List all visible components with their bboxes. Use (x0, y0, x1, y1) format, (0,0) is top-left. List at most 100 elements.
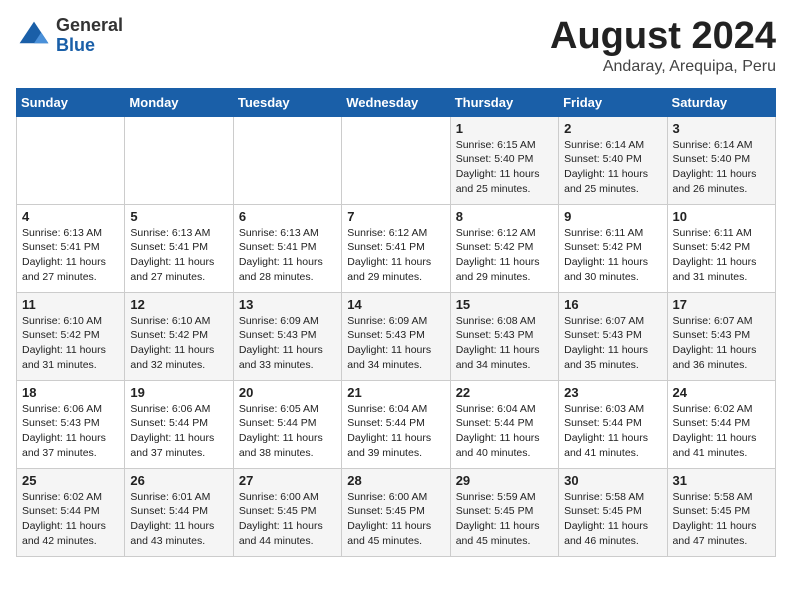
day-of-week-thursday: Thursday (450, 88, 558, 116)
day-number: 22 (456, 385, 553, 400)
day-info: Sunrise: 6:10 AMSunset: 5:42 PMDaylight:… (130, 314, 227, 373)
calendar-cell: 22 Sunrise: 6:04 AMSunset: 5:44 PMDayligh… (450, 380, 558, 468)
day-of-week-friday: Friday (559, 88, 667, 116)
calendar-cell: 5 Sunrise: 6:13 AMSunset: 5:41 PMDaylight… (125, 204, 233, 292)
calendar-cell: 24Sunrise: 6:02 AMSunset: 5:44 PMDayligh… (667, 380, 775, 468)
calendar-cell: 29 Sunrise: 5:59 AMSunset: 5:45 PMDayligh… (450, 468, 558, 556)
day-info: Sunrise: 6:06 AMSunset: 5:44 PMDaylight:… (130, 402, 227, 461)
day-number: 1 (456, 121, 553, 136)
day-number: 30 (564, 473, 661, 488)
day-number: 5 (130, 209, 227, 224)
day-info: Sunrise: 6:04 AMSunset: 5:44 PMDaylight:… (347, 402, 444, 461)
calendar-cell: 10Sunrise: 6:11 AMSunset: 5:42 PMDayligh… (667, 204, 775, 292)
day-number: 6 (239, 209, 336, 224)
logo-icon (16, 18, 52, 54)
days-of-week-row: SundayMondayTuesdayWednesdayThursdayFrid… (17, 88, 776, 116)
day-of-week-sunday: Sunday (17, 88, 125, 116)
day-number: 12 (130, 297, 227, 312)
calendar-cell: 16 Sunrise: 6:07 AMSunset: 5:43 PMDayligh… (559, 292, 667, 380)
calendar-week-4: 18 Sunrise: 6:06 AMSunset: 5:43 PMDayligh… (17, 380, 776, 468)
day-info: Sunrise: 6:08 AMSunset: 5:43 PMDaylight:… (456, 314, 553, 373)
calendar-header: SundayMondayTuesdayWednesdayThursdayFrid… (17, 88, 776, 116)
calendar-cell: 1 Sunrise: 6:15 AMSunset: 5:40 PMDaylight… (450, 116, 558, 204)
title-area: August 2024 Andaray, Arequipa, Peru (550, 16, 776, 76)
day-info: Sunrise: 6:04 AMSunset: 5:44 PMDaylight:… (456, 402, 553, 461)
day-number: 18 (22, 385, 119, 400)
day-number: 19 (130, 385, 227, 400)
day-info: Sunrise: 6:00 AMSunset: 5:45 PMDaylight:… (239, 490, 336, 549)
day-info: Sunrise: 5:58 AMSunset: 5:45 PMDaylight:… (564, 490, 661, 549)
day-info: Sunrise: 6:09 AMSunset: 5:43 PMDaylight:… (239, 314, 336, 373)
day-of-week-monday: Monday (125, 88, 233, 116)
calendar-table: SundayMondayTuesdayWednesdayThursdayFrid… (16, 88, 776, 557)
day-info: Sunrise: 6:14 AMSunset: 5:40 PMDaylight:… (673, 138, 770, 197)
day-info: Sunrise: 6:00 AMSunset: 5:45 PMDaylight:… (347, 490, 444, 549)
day-info: Sunrise: 6:12 AMSunset: 5:42 PMDaylight:… (456, 226, 553, 285)
day-number: 14 (347, 297, 444, 312)
calendar-cell: 4 Sunrise: 6:13 AMSunset: 5:41 PMDaylight… (17, 204, 125, 292)
day-number: 4 (22, 209, 119, 224)
day-number: 17 (673, 297, 770, 312)
calendar-cell: 11Sunrise: 6:10 AMSunset: 5:42 PMDayligh… (17, 292, 125, 380)
day-number: 9 (564, 209, 661, 224)
day-number: 15 (456, 297, 553, 312)
day-info: Sunrise: 6:05 AMSunset: 5:44 PMDaylight:… (239, 402, 336, 461)
day-number: 26 (130, 473, 227, 488)
calendar-cell (125, 116, 233, 204)
calendar-cell: 20 Sunrise: 6:05 AMSunset: 5:44 PMDayligh… (233, 380, 341, 468)
calendar-week-3: 11Sunrise: 6:10 AMSunset: 5:42 PMDayligh… (17, 292, 776, 380)
calendar-cell: 14Sunrise: 6:09 AMSunset: 5:43 PMDayligh… (342, 292, 450, 380)
day-number: 31 (673, 473, 770, 488)
day-of-week-wednesday: Wednesday (342, 88, 450, 116)
day-of-week-saturday: Saturday (667, 88, 775, 116)
day-number: 27 (239, 473, 336, 488)
day-info: Sunrise: 6:10 AMSunset: 5:42 PMDaylight:… (22, 314, 119, 373)
day-info: Sunrise: 6:02 AMSunset: 5:44 PMDaylight:… (22, 490, 119, 549)
calendar-cell: 23 Sunrise: 6:03 AMSunset: 5:44 PMDayligh… (559, 380, 667, 468)
day-info: Sunrise: 6:11 AMSunset: 5:42 PMDaylight:… (673, 226, 770, 285)
calendar-cell (17, 116, 125, 204)
day-number: 21 (347, 385, 444, 400)
day-info: Sunrise: 5:58 AMSunset: 5:45 PMDaylight:… (673, 490, 770, 549)
calendar-cell: 13Sunrise: 6:09 AMSunset: 5:43 PMDayligh… (233, 292, 341, 380)
day-number: 24 (673, 385, 770, 400)
day-info: Sunrise: 5:59 AMSunset: 5:45 PMDaylight:… (456, 490, 553, 549)
calendar-cell: 18 Sunrise: 6:06 AMSunset: 5:43 PMDayligh… (17, 380, 125, 468)
day-info: Sunrise: 6:13 AMSunset: 5:41 PMDaylight:… (22, 226, 119, 285)
day-info: Sunrise: 6:06 AMSunset: 5:43 PMDaylight:… (22, 402, 119, 461)
day-info: Sunrise: 6:07 AMSunset: 5:43 PMDaylight:… (673, 314, 770, 373)
day-number: 3 (673, 121, 770, 136)
header: General Blue August 2024 Andaray, Arequi… (16, 16, 776, 76)
day-info: Sunrise: 6:14 AMSunset: 5:40 PMDaylight:… (564, 138, 661, 197)
calendar-cell: 17 Sunrise: 6:07 AMSunset: 5:43 PMDayligh… (667, 292, 775, 380)
day-number: 23 (564, 385, 661, 400)
calendar-cell: 21 Sunrise: 6:04 AMSunset: 5:44 PMDayligh… (342, 380, 450, 468)
calendar-cell: 31 Sunrise: 5:58 AMSunset: 5:45 PMDayligh… (667, 468, 775, 556)
calendar-cell: 6 Sunrise: 6:13 AMSunset: 5:41 PMDaylight… (233, 204, 341, 292)
calendar-cell: 15 Sunrise: 6:08 AMSunset: 5:43 PMDayligh… (450, 292, 558, 380)
calendar-cell: 26Sunrise: 6:01 AMSunset: 5:44 PMDayligh… (125, 468, 233, 556)
day-info: Sunrise: 6:13 AMSunset: 5:41 PMDaylight:… (239, 226, 336, 285)
day-info: Sunrise: 6:15 AMSunset: 5:40 PMDaylight:… (456, 138, 553, 197)
calendar-cell (342, 116, 450, 204)
day-number: 28 (347, 473, 444, 488)
calendar-week-1: 1 Sunrise: 6:15 AMSunset: 5:40 PMDaylight… (17, 116, 776, 204)
calendar-cell: 30 Sunrise: 5:58 AMSunset: 5:45 PMDayligh… (559, 468, 667, 556)
day-info: Sunrise: 6:07 AMSunset: 5:43 PMDaylight:… (564, 314, 661, 373)
day-number: 25 (22, 473, 119, 488)
day-number: 16 (564, 297, 661, 312)
month-title: August 2024 (550, 16, 776, 58)
logo-text: General Blue (56, 16, 123, 56)
calendar-cell: 12 Sunrise: 6:10 AMSunset: 5:42 PMDayligh… (125, 292, 233, 380)
calendar-cell: 3 Sunrise: 6:14 AMSunset: 5:40 PMDaylight… (667, 116, 775, 204)
calendar-week-5: 25 Sunrise: 6:02 AMSunset: 5:44 PMDayligh… (17, 468, 776, 556)
day-number: 29 (456, 473, 553, 488)
calendar-cell: 2Sunrise: 6:14 AMSunset: 5:40 PMDaylight… (559, 116, 667, 204)
day-number: 20 (239, 385, 336, 400)
logo-general-text: General (56, 16, 123, 36)
day-info: Sunrise: 6:13 AMSunset: 5:41 PMDaylight:… (130, 226, 227, 285)
calendar-cell: 19 Sunrise: 6:06 AMSunset: 5:44 PMDayligh… (125, 380, 233, 468)
location-title: Andaray, Arequipa, Peru (550, 58, 776, 76)
day-info: Sunrise: 6:03 AMSunset: 5:44 PMDaylight:… (564, 402, 661, 461)
logo: General Blue (16, 16, 123, 56)
